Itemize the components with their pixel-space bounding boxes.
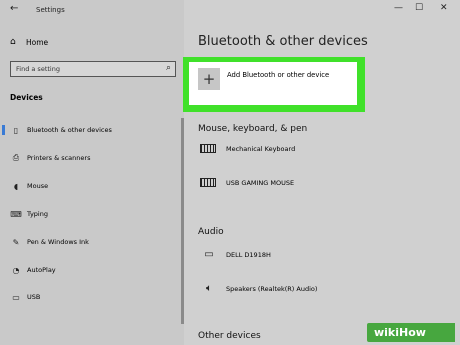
sidebar-item-label: Printers & scanners (27, 154, 91, 162)
keyboard-icon (200, 144, 216, 153)
page-title: Bluetooth & other devices (198, 34, 368, 49)
keyboard-icon (200, 178, 216, 187)
maximize-button[interactable]: ☐ (415, 3, 423, 13)
device-dell-monitor[interactable]: ▭ DELL D1918H (200, 249, 271, 260)
sidebar-home[interactable]: ⌂ Home (10, 37, 48, 47)
active-indicator (2, 125, 5, 135)
pen-icon: ✎ (12, 237, 20, 247)
device-label: USB GAMING MOUSE (226, 178, 295, 187)
add-device-label[interactable]: Add Bluetooth or other device (227, 71, 329, 79)
device-speakers[interactable]: 🔈︎ Speakers (Realtek(R) Audio) (200, 283, 317, 294)
monitor-icon: ▭ (204, 249, 214, 260)
mouse-icon: ◖ (13, 181, 19, 191)
sidebar-item-label: Pen & Windows Ink (27, 238, 89, 246)
sidebar-item-bluetooth[interactable]: ▯ Bluetooth & other devices (0, 123, 180, 137)
bluetooth-icon: ▯ (13, 125, 19, 135)
sidebar-item-label: Mouse (27, 182, 49, 190)
close-button[interactable]: ✕ (440, 3, 448, 13)
sidebar-item-mouse[interactable]: ◖ Mouse (0, 179, 180, 193)
search-placeholder: Find a setting (16, 65, 60, 73)
autoplay-icon: ◔ (12, 265, 20, 275)
device-mechanical-keyboard[interactable]: Mechanical Keyboard (200, 144, 295, 153)
plus-icon[interactable]: + (198, 68, 220, 90)
minimize-button[interactable]: — (394, 3, 403, 13)
device-label: DELL D1918H (226, 250, 271, 259)
sidebar-item-label: Bluetooth & other devices (27, 126, 112, 134)
device-usb-gaming-mouse[interactable]: USB GAMING MOUSE (200, 178, 294, 187)
device-label: Speakers (Realtek(R) Audio) (226, 284, 318, 293)
sidebar-item-label: Typing (27, 210, 48, 218)
window-title: Settings (36, 6, 65, 14)
usb-icon: ▭ (12, 292, 20, 302)
speaker-icon: 🔈︎ (206, 283, 212, 294)
sidebar-item-typing[interactable]: ⌨ Typing (0, 207, 180, 221)
keyboard-icon: ⌨ (10, 209, 22, 219)
back-arrow-icon[interactable]: ← (10, 3, 18, 14)
section-label-devices: Devices (10, 93, 43, 102)
title-bar: ← Settings — ☐ ✕ (0, 0, 460, 22)
sidebar-item-usb[interactable]: ▭ USB (0, 290, 180, 304)
printer-icon: ⎙ (12, 153, 20, 162)
sidebar-item-label: USB (27, 293, 41, 301)
device-label: Mechanical Keyboard (226, 144, 296, 153)
sidebar-item-printers[interactable]: ⎙ Printers & scanners (0, 151, 180, 165)
sidebar-item-label: AutoPlay (27, 266, 56, 274)
home-label: Home (26, 37, 49, 47)
sidebar-item-autoplay[interactable]: ◔ AutoPlay (0, 263, 180, 277)
wikihow-watermark: wikiHow (367, 323, 455, 342)
home-icon: ⌂ (10, 37, 16, 47)
group-title-audio: Audio (198, 227, 224, 237)
search-input[interactable]: Find a setting ⌕ (10, 61, 176, 77)
group-title-other-devices: Other devices (198, 331, 261, 341)
sidebar-item-pen[interactable]: ✎ Pen & Windows Ink (0, 235, 180, 249)
search-icon[interactable]: ⌕ (166, 63, 171, 73)
group-title-input-devices: Mouse, keyboard, & pen (198, 124, 308, 134)
